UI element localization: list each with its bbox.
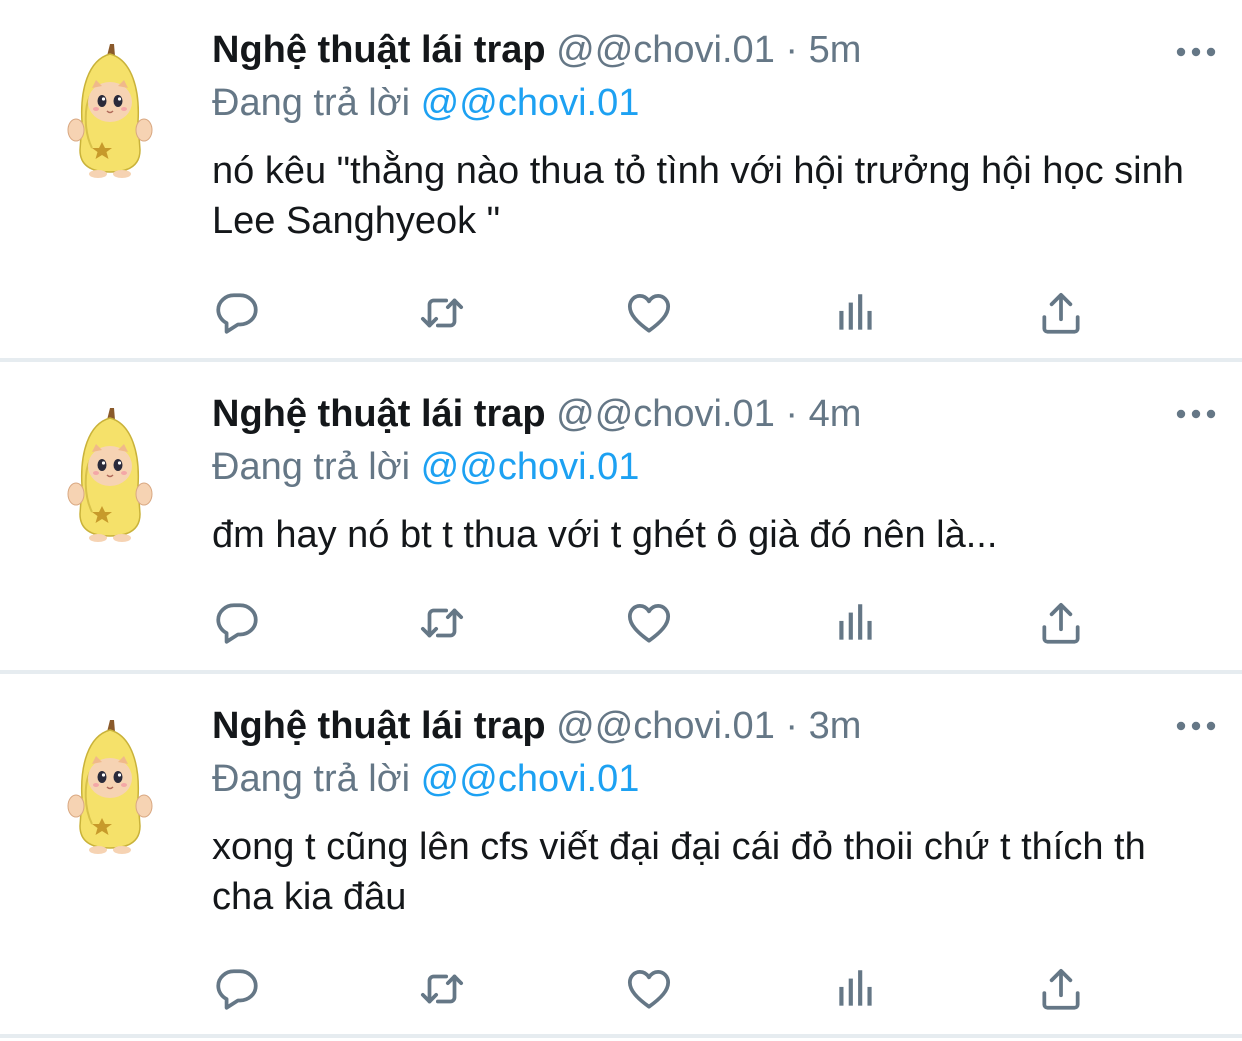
reply-icon[interactable] [212, 964, 262, 1014]
reply-mention-link[interactable]: @@chovi.01 [421, 446, 640, 488]
tweet[interactable]: Nghệ thuật lái trap @@chovi.01 · 5m Đang… [0, 0, 1242, 362]
separator-dot: · [785, 705, 799, 747]
analytics-icon[interactable] [831, 598, 881, 648]
reply-mention-link[interactable]: @@chovi.01 [421, 758, 640, 800]
retweet-icon[interactable] [417, 964, 467, 1014]
avatar[interactable] [62, 402, 158, 542]
share-icon[interactable] [1036, 964, 1086, 1014]
tweet-text: đm hay nó bt t thua với t ghét ô già đó … [212, 514, 998, 556]
action-bar [212, 964, 1112, 1014]
share-icon[interactable] [1036, 598, 1086, 648]
user-handle[interactable]: @@chovi.01 [556, 705, 775, 747]
replying-to: Đang trả lời @@chovi.01 [212, 78, 639, 128]
replying-prefix: Đang trả lời [212, 82, 411, 124]
timestamp[interactable]: 3m [809, 705, 862, 747]
tweet-text: xong t cũng lên cfs viết đại đại cái đỏ … [212, 826, 1146, 918]
retweet-icon[interactable] [417, 288, 467, 338]
replying-to: Đang trả lời @@chovi.01 [212, 754, 639, 804]
tweet[interactable]: Nghệ thuật lái trap @@chovi.01 · 3m Đang… [0, 674, 1242, 1038]
share-icon[interactable] [1036, 288, 1086, 338]
display-name[interactable]: Nghệ thuật lái trap [212, 29, 546, 71]
replying-prefix: Đang trả lời [212, 758, 411, 800]
reply-mention-link[interactable]: @@chovi.01 [421, 82, 640, 124]
reply-icon[interactable] [212, 598, 262, 648]
like-icon[interactable] [624, 964, 674, 1014]
action-bar [212, 598, 1112, 648]
action-bar [212, 288, 1112, 338]
replying-prefix: Đang trả lời [212, 446, 411, 488]
like-icon[interactable] [624, 598, 674, 648]
analytics-icon[interactable] [831, 964, 881, 1014]
separator-dot: · [785, 29, 799, 71]
tweet-header: Nghệ thuật lái trap @@chovi.01 · 4m [212, 386, 1182, 442]
more-icon[interactable] [1172, 714, 1220, 738]
user-handle[interactable]: @@chovi.01 [556, 29, 775, 71]
avatar[interactable] [62, 38, 158, 178]
tweet-header: Nghệ thuật lái trap @@chovi.01 · 5m [212, 22, 1182, 78]
retweet-icon[interactable] [417, 598, 467, 648]
display-name[interactable]: Nghệ thuật lái trap [212, 393, 546, 435]
display-name[interactable]: Nghệ thuật lái trap [212, 705, 546, 747]
more-icon[interactable] [1172, 402, 1220, 426]
timestamp[interactable]: 4m [809, 393, 862, 435]
like-icon[interactable] [624, 288, 674, 338]
separator-dot: · [785, 393, 799, 435]
avatar[interactable] [62, 714, 158, 854]
tweet-header: Nghệ thuật lái trap @@chovi.01 · 3m [212, 698, 1182, 754]
analytics-icon[interactable] [831, 288, 881, 338]
reply-icon[interactable] [212, 288, 262, 338]
more-icon[interactable] [1172, 40, 1220, 64]
tweet-text: nó kêu "thằng nào thua tỏ tình với hội t… [212, 150, 1184, 242]
tweet[interactable]: Nghệ thuật lái trap @@chovi.01 · 4m Đang… [0, 362, 1242, 674]
user-handle[interactable]: @@chovi.01 [556, 393, 775, 435]
replying-to: Đang trả lời @@chovi.01 [212, 442, 639, 492]
timestamp[interactable]: 5m [809, 29, 862, 71]
